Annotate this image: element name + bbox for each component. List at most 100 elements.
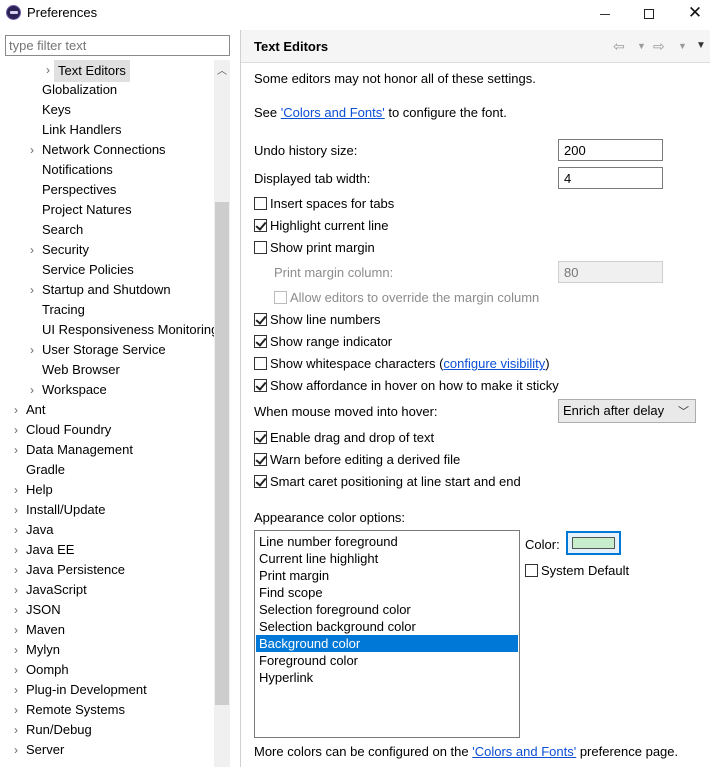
more-colors-link[interactable]: 'Colors and Fonts'	[472, 744, 576, 759]
insert-spaces-checkbox[interactable]: Insert spaces for tabs	[254, 195, 394, 213]
color-option-item[interactable]: Selection foreground color	[256, 601, 518, 618]
chevron-right-icon[interactable]: ›	[11, 640, 21, 660]
checkbox-box[interactable]	[254, 475, 267, 488]
checkbox-box[interactable]	[254, 219, 267, 232]
tree-item[interactable]: Gradle	[0, 460, 214, 480]
show-affordance-checkbox[interactable]: Show affordance in hover on how to make …	[254, 377, 559, 395]
smart-caret-checkbox[interactable]: Smart caret positioning at line start an…	[254, 473, 521, 491]
tree-item[interactable]: Web Browser	[0, 360, 214, 380]
checkbox-box[interactable]	[525, 564, 538, 577]
chevron-right-icon[interactable]: ›	[27, 380, 37, 400]
tree-item[interactable]: › Mylyn	[0, 640, 214, 660]
tree-item[interactable]: Notifications	[0, 160, 214, 180]
tree-item[interactable]: › Plug-in Development	[0, 680, 214, 700]
scroll-up-arrow-icon[interactable]: ︿	[214, 62, 230, 77]
color-options-list[interactable]: Line number foreground Current line highl…	[254, 530, 520, 738]
close-button[interactable]: ✕	[680, 2, 710, 24]
checkbox-box[interactable]	[254, 357, 267, 370]
tree-item[interactable]: Keys	[0, 100, 214, 120]
tree-item[interactable]: › Server	[0, 740, 214, 760]
tree-item[interactable]: › Security	[0, 240, 214, 260]
show-line-numbers-checkbox[interactable]: Show line numbers	[254, 311, 381, 329]
color-option-item[interactable]: Foreground color	[256, 652, 518, 669]
tree-item[interactable]: › Data Management	[0, 440, 214, 460]
checkbox-box[interactable]	[254, 453, 267, 466]
colors-fonts-link[interactable]: 'Colors and Fonts'	[281, 105, 385, 120]
chevron-right-icon[interactable]: ›	[11, 420, 21, 440]
tree-item[interactable]: › Install/Update	[0, 500, 214, 520]
chevron-right-icon[interactable]: ›	[11, 560, 21, 580]
checkbox-box[interactable]	[254, 379, 267, 392]
tree-item[interactable]: Search	[0, 220, 214, 240]
chevron-right-icon[interactable]: ›	[11, 520, 21, 540]
tree-item[interactable]: › Remote Systems	[0, 700, 214, 720]
chevron-right-icon[interactable]: ›	[11, 680, 21, 700]
enable-dnd-checkbox[interactable]: Enable drag and drop of text	[254, 429, 434, 447]
warn-derived-checkbox[interactable]: Warn before editing a derived file	[254, 451, 460, 469]
tree-item[interactable]: › Java Persistence	[0, 560, 214, 580]
chevron-right-icon[interactable]: ›	[11, 500, 21, 520]
color-picker-button[interactable]	[566, 531, 621, 555]
maximize-button[interactable]	[634, 2, 664, 24]
chevron-right-icon[interactable]: ›	[27, 340, 37, 360]
chevron-right-icon[interactable]: ›	[11, 740, 21, 760]
tree-item[interactable]: › User Storage Service	[0, 340, 214, 360]
tree-item[interactable]: › Text Editors	[0, 60, 214, 82]
chevron-right-icon[interactable]: ›	[11, 440, 21, 460]
show-range-checkbox[interactable]: Show range indicator	[254, 333, 392, 351]
color-option-item[interactable]: Hyperlink	[256, 669, 518, 686]
tree-item[interactable]: › JSON	[0, 600, 214, 620]
tree-item[interactable]: UI Responsiveness Monitoring	[0, 320, 218, 340]
chevron-right-icon[interactable]: ›	[11, 720, 21, 740]
tree-item[interactable]: › Java EE	[0, 540, 214, 560]
chevron-right-icon[interactable]: ›	[11, 480, 21, 500]
chevron-right-icon[interactable]: ›	[11, 600, 21, 620]
color-option-item[interactable]: Find scope	[256, 584, 518, 601]
color-option-item[interactable]: Selection background color	[256, 618, 518, 635]
chevron-right-icon[interactable]: ›	[27, 280, 37, 300]
chevron-right-icon[interactable]: ›	[11, 400, 21, 420]
panel-divider[interactable]	[240, 30, 241, 767]
checkbox-box[interactable]	[254, 241, 267, 254]
configure-visibility-link[interactable]: configure visibility	[443, 356, 545, 371]
color-option-item[interactable]: Background color	[256, 635, 518, 652]
hover-mode-select[interactable]: Enrich after delay ﹀	[558, 399, 696, 423]
tree-item[interactable]: › JavaScript	[0, 580, 214, 600]
show-print-margin-checkbox[interactable]: Show print margin	[254, 239, 375, 257]
tree-item[interactable]: › Network Connections	[0, 140, 214, 160]
forward-dropdown-icon[interactable]: ▼	[678, 41, 687, 51]
back-arrow-icon[interactable]: ⇦	[613, 38, 625, 55]
tab-width-input[interactable]	[558, 167, 663, 189]
tree-item[interactable]: › Run/Debug	[0, 720, 214, 740]
tree-item[interactable]: Project Natures	[0, 200, 214, 220]
checkbox-box[interactable]	[254, 431, 267, 444]
color-option-item[interactable]: Current line highlight	[256, 550, 518, 567]
chevron-right-icon[interactable]: ›	[11, 700, 21, 720]
tree-item[interactable]: Service Policies	[0, 260, 214, 280]
tree-item[interactable]: › Help	[0, 480, 214, 500]
checkbox-box[interactable]	[254, 313, 267, 326]
back-dropdown-icon[interactable]: ▼	[637, 41, 646, 51]
tree-item[interactable]: Link Handlers	[0, 120, 214, 140]
chevron-right-icon[interactable]: ›	[43, 60, 53, 80]
tree-item[interactable]: › Oomph	[0, 660, 214, 680]
chevron-right-icon[interactable]: ›	[11, 660, 21, 680]
chevron-right-icon[interactable]: ›	[11, 620, 21, 640]
tree-item[interactable]: › Java	[0, 520, 214, 540]
view-menu-icon[interactable]: ▼	[696, 40, 706, 51]
tree-scroll-thumb[interactable]	[215, 202, 229, 705]
checkbox-box[interactable]	[254, 197, 267, 210]
tree-item[interactable]: › Maven	[0, 620, 214, 640]
tree-item[interactable]: › Workspace	[0, 380, 214, 400]
tree-item[interactable]: › Cloud Foundry	[0, 420, 214, 440]
show-whitespace-checkbox[interactable]: Show whitespace characters (configure vi…	[254, 355, 550, 373]
color-option-item[interactable]: Line number foreground	[256, 533, 518, 550]
chevron-right-icon[interactable]: ›	[27, 240, 37, 260]
forward-arrow-icon[interactable]: ⇨	[653, 38, 665, 55]
tree-item[interactable]: Perspectives	[0, 180, 214, 200]
filter-input[interactable]	[5, 35, 230, 56]
undo-history-input[interactable]	[558, 139, 663, 161]
checkbox-box[interactable]	[254, 335, 267, 348]
system-default-checkbox[interactable]: System Default	[525, 562, 629, 580]
tree-item[interactable]: Globalization	[0, 80, 214, 100]
